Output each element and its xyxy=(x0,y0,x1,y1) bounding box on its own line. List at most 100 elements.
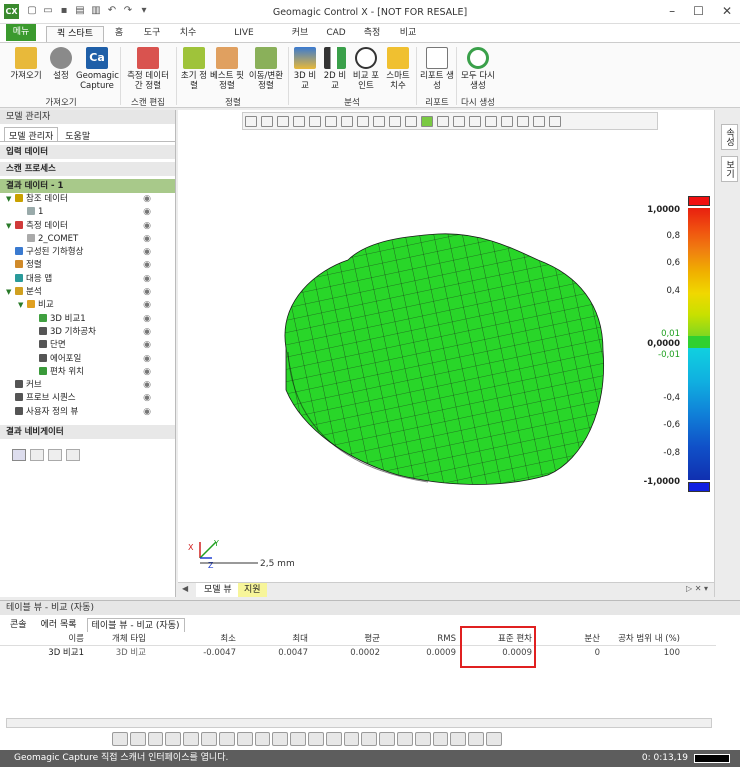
tab-table-view[interactable]: 테이블 뷰 - 비교 (자동) xyxy=(86,618,185,632)
tab-tools[interactable]: 도구 xyxy=(140,26,164,42)
tab-quick-start[interactable]: 퀵 스타트 xyxy=(46,26,104,42)
display-toggle-icon[interactable] xyxy=(254,732,271,746)
display-toggle-icon[interactable] xyxy=(183,732,200,746)
view-tab[interactable]: 보기 xyxy=(721,156,738,182)
tree-item[interactable]: 에어포일 ◉ xyxy=(0,353,175,366)
display-toggle-icon[interactable] xyxy=(432,732,449,746)
display-toggle-icon[interactable] xyxy=(450,732,467,746)
tab-scroll-left-icon[interactable]: ◀ xyxy=(182,584,188,593)
col-in-tolerance[interactable]: 공차 범위 내 (%) xyxy=(606,632,686,645)
tree-item[interactable]: 구성된 기하형상 ◉ xyxy=(0,246,175,259)
tree-expand-icon[interactable]: ▼ xyxy=(18,299,27,312)
visibility-eye-icon[interactable]: ◉ xyxy=(143,246,151,259)
visibility-eye-icon[interactable]: ◉ xyxy=(143,313,151,326)
tree-item[interactable]: 프로브 시퀀스 ◉ xyxy=(0,392,175,405)
display-toggle-icon[interactable] xyxy=(414,732,431,746)
visibility-eye-icon[interactable]: ◉ xyxy=(143,273,151,286)
tree-item[interactable]: ▼ 비교 ◉ xyxy=(0,299,175,312)
tab-controls[interactable]: ▷ ✕ ▾ xyxy=(686,584,708,593)
visibility-eye-icon[interactable]: ◉ xyxy=(143,379,151,392)
tab-live-capture[interactable]: LIVE CAPTURE xyxy=(214,26,274,52)
tree-item[interactable]: 정렬 ◉ xyxy=(0,259,175,272)
display-toggle-icon[interactable] xyxy=(165,732,182,746)
tab-measure[interactable]: 측정 xyxy=(360,26,384,42)
import-button[interactable]: 가져오기 xyxy=(6,47,46,81)
visibility-eye-icon[interactable]: ◉ xyxy=(143,193,151,206)
display-toggle-icon[interactable] xyxy=(397,732,413,746)
section-result-data[interactable]: 결과 데이터 - 1 xyxy=(0,179,175,193)
close-icon[interactable]: ✕ xyxy=(722,4,732,18)
display-toggle-icon[interactable] xyxy=(307,732,324,746)
col-name[interactable]: 이름 xyxy=(0,632,90,645)
visibility-eye-icon[interactable]: ◉ xyxy=(143,366,151,379)
move-transform-button[interactable]: 이동/변환 정렬 xyxy=(246,47,286,91)
view-cube-icon[interactable] xyxy=(261,116,273,127)
visibility-eye-icon[interactable]: ◉ xyxy=(143,206,151,219)
col-avg[interactable]: 평균 xyxy=(314,632,386,645)
tree-expand-icon[interactable]: ▼ xyxy=(6,193,15,206)
maximize-icon[interactable]: ☐ xyxy=(693,4,704,18)
compare-point-button[interactable]: 비교 포인트 xyxy=(352,47,380,91)
display-toggle-icon[interactable] xyxy=(201,732,217,746)
tree-item[interactable]: 사용자 정의 뷰 ◉ xyxy=(0,406,175,419)
tree-expand-icon[interactable]: ▼ xyxy=(6,286,15,299)
tree-item[interactable]: ▼ 분석 ◉ xyxy=(0,286,175,299)
view-box-icon[interactable] xyxy=(277,116,289,127)
tree-item[interactable]: 편차 위치 ◉ xyxy=(0,366,175,379)
tree-item[interactable]: 3D 비교1 ◉ xyxy=(0,313,175,326)
regenerate-all-button[interactable]: 모두 다시 생성 xyxy=(458,47,498,91)
compare-3d-button[interactable]: 3D 비교 xyxy=(292,47,318,91)
tab-model-view[interactable]: 모델 뷰 xyxy=(196,583,240,597)
display-toggle-icon[interactable] xyxy=(379,732,395,746)
view-sphere-icon[interactable] xyxy=(245,116,257,127)
tree-item[interactable]: 커브 ◉ xyxy=(0,379,175,392)
select-lasso-icon[interactable] xyxy=(469,116,481,127)
display-toggle-icon[interactable] xyxy=(112,732,128,746)
minimize-icon[interactable]: – xyxy=(669,4,675,18)
view-front-icon[interactable] xyxy=(309,116,321,127)
select-poly-icon[interactable] xyxy=(453,116,465,127)
properties-tab[interactable]: 속성 xyxy=(721,124,738,150)
col-rms[interactable]: RMS xyxy=(386,632,462,645)
display-toggle-icon[interactable] xyxy=(147,732,164,746)
tab-model-manager[interactable]: 모델 관리자 xyxy=(4,127,59,142)
initial-align-button[interactable]: 초기 정렬 xyxy=(180,47,208,91)
visibility-eye-icon[interactable]: ◉ xyxy=(143,299,151,312)
best-fit-button[interactable]: 베스트 핏 정렬 xyxy=(210,47,244,91)
select-rect-icon[interactable] xyxy=(421,116,433,127)
select-brush-icon[interactable] xyxy=(485,116,497,127)
view-layout-icon[interactable] xyxy=(293,116,305,127)
section-input-data[interactable]: 입력 데이터 xyxy=(0,145,175,159)
visibility-eye-icon[interactable]: ◉ xyxy=(143,339,151,352)
tree-expand-icon[interactable]: ▼ xyxy=(6,220,15,233)
smart-dimension-button[interactable]: 스마트 치수 xyxy=(384,47,412,91)
tab-support[interactable]: 지원 xyxy=(238,583,267,597)
view-grid-icon[interactable] xyxy=(373,116,385,127)
table-row[interactable]: 3D 비교1 3D 비교 -0.0047 0.0047 0.0002 0.000… xyxy=(0,646,716,660)
tab-help[interactable]: 도움말 xyxy=(60,127,95,142)
tab-dimension[interactable]: 치수 xyxy=(176,26,200,42)
visibility-eye-icon[interactable]: ◉ xyxy=(143,392,151,405)
select-paint-icon[interactable] xyxy=(501,116,513,127)
visibility-eye-icon[interactable]: ◉ xyxy=(143,353,151,366)
visibility-eye-icon[interactable]: ◉ xyxy=(143,259,151,272)
display-toggle-icon[interactable] xyxy=(486,732,502,746)
tab-compare[interactable]: 비교 xyxy=(396,26,420,42)
display-toggle-icon[interactable] xyxy=(325,732,342,746)
nav-add-icon[interactable] xyxy=(12,449,26,462)
visibility-eye-icon[interactable]: ◉ xyxy=(143,326,151,339)
display-toggle-icon[interactable] xyxy=(272,732,289,746)
select-line-icon[interactable] xyxy=(405,116,417,127)
tree-item[interactable]: ▼ 참조 데이터 ◉ xyxy=(0,193,175,206)
tab-console[interactable]: 콘솔 xyxy=(6,618,31,632)
tab-curve[interactable]: 커브 xyxy=(288,26,312,42)
view-side-icon[interactable] xyxy=(325,116,337,127)
tree-item[interactable]: 1 ◉ xyxy=(0,206,175,219)
tree-item[interactable]: ▼ 측정 데이터 ◉ xyxy=(0,220,175,233)
display-toggle-icon[interactable] xyxy=(361,732,378,746)
view-top-icon[interactable] xyxy=(341,116,353,127)
select-circle-icon[interactable] xyxy=(437,116,449,127)
visibility-eye-icon[interactable]: ◉ xyxy=(143,286,151,299)
section-scan-process[interactable]: 스캔 프로세스 xyxy=(0,162,175,176)
tree-item[interactable]: 2_COMET ◉ xyxy=(0,233,175,246)
